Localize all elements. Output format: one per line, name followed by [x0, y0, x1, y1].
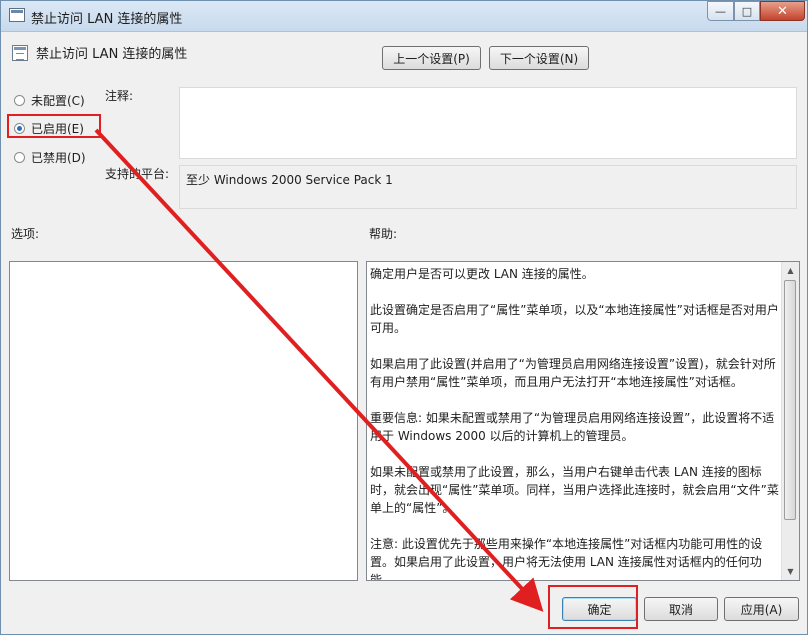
- help-paragraph: 注意: 此设置优先于那些用来操作“本地连接属性”对话框内功能可用性的设置。如果启…: [370, 537, 763, 581]
- policy-name: 禁止访问 LAN 连接的属性: [36, 47, 188, 62]
- platform-label: 支持的平台:: [105, 167, 170, 181]
- platform-value: 至少 Windows 2000 Service Pack 1: [186, 173, 393, 187]
- radio-circle[interactable]: [14, 95, 25, 106]
- options-label: 选项:: [11, 227, 40, 241]
- scroll-thumb[interactable]: [784, 280, 796, 520]
- previous-setting-button[interactable]: 上一个设置(P): [382, 46, 481, 70]
- radio-enabled[interactable]: 已启用(E): [14, 120, 84, 137]
- help-paragraph: 重要信息: 如果未配置或禁用了“为管理员启用网络连接设置”，此设置将不适用于 W…: [370, 411, 775, 443]
- comment-label: 注释:: [105, 89, 134, 103]
- policy-icon: [12, 45, 28, 61]
- properties-dialog: 禁止访问 LAN 连接的属性 — □ ✕ 禁止访问 LAN 连接的属性 上一个设…: [0, 0, 808, 635]
- radio-disabled[interactable]: 已禁用(D): [14, 149, 86, 166]
- help-paragraph: 如果启用了此设置(并启用了“为管理员启用网络连接设置”设置)，就会针对所有用户禁…: [370, 357, 776, 389]
- minimize-button[interactable]: —: [707, 1, 734, 21]
- scroll-down-arrow-icon[interactable]: ▼: [782, 563, 799, 580]
- comment-field[interactable]: [179, 87, 797, 159]
- radio-not-configured[interactable]: 未配置(C): [14, 92, 85, 109]
- help-text: 确定用户是否可以更改 LAN 连接的属性。 此设置确定是否启用了“属性”菜单项，…: [370, 265, 781, 581]
- help-paragraph: 确定用户是否可以更改 LAN 连接的属性。: [370, 267, 594, 281]
- radio-label: 已禁用(D): [31, 151, 86, 165]
- scroll-up-arrow-icon[interactable]: ▲: [782, 262, 799, 279]
- next-setting-button[interactable]: 下一个设置(N): [489, 46, 589, 70]
- help-paragraph: 此设置确定是否启用了“属性”菜单项，以及“本地连接属性”对话框是否对用户可用。: [370, 303, 779, 335]
- options-panel: [9, 261, 358, 581]
- policy-settings-icon: [9, 8, 25, 22]
- platform-field: 至少 Windows 2000 Service Pack 1: [179, 165, 797, 209]
- apply-button[interactable]: 应用(A): [724, 597, 799, 621]
- window-title: 禁止访问 LAN 连接的属性: [31, 12, 183, 27]
- close-button[interactable]: ✕: [760, 1, 805, 21]
- radio-circle[interactable]: [14, 152, 25, 163]
- ok-button[interactable]: 确定: [562, 597, 637, 621]
- title-bar[interactable]: 禁止访问 LAN 连接的属性 — □ ✕: [1, 1, 807, 32]
- radio-label: 未配置(C): [31, 94, 85, 108]
- help-label: 帮助:: [369, 227, 398, 241]
- maximize-button[interactable]: □: [734, 1, 760, 21]
- help-panel: 确定用户是否可以更改 LAN 连接的属性。 此设置确定是否启用了“属性”菜单项，…: [366, 261, 800, 581]
- help-scrollbar[interactable]: ▲ ▼: [781, 262, 799, 580]
- cancel-button[interactable]: 取消: [644, 597, 718, 621]
- help-paragraph: 如果未配置或禁用了此设置，那么，当用户右键单击代表 LAN 连接的图标时，就会出…: [370, 465, 779, 515]
- radio-circle-selected[interactable]: [14, 123, 25, 134]
- radio-label: 已启用(E): [31, 122, 84, 136]
